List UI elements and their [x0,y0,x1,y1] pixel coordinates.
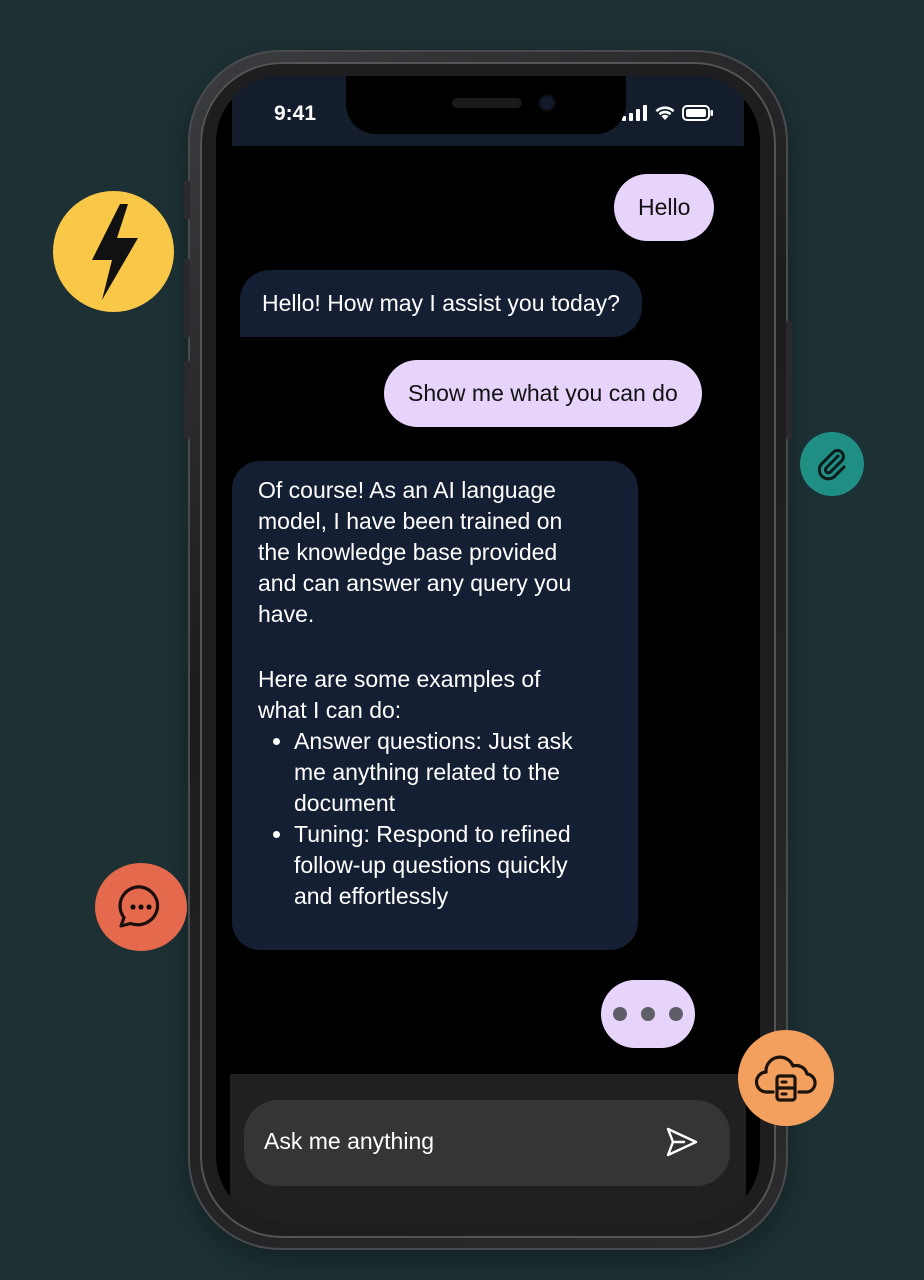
phone-power-button [786,320,792,440]
lightning-icon [91,203,138,300]
list-item: Tuning: Respond to refined follow-up que… [294,819,612,912]
typing-dot [641,1007,655,1021]
message-text: Hello [638,194,691,220]
front-camera [540,96,554,110]
cloud-server-icon [755,1055,817,1102]
chat-bubble-icon [118,885,160,928]
status-time: 9:41 [274,102,317,125]
message-input-placeholder: Ask me anything [264,1128,435,1154]
message-paragraph: Of course! As an AI language model, I ha… [258,475,612,630]
stage: 9:41 Hello Hello! How may I assist you t… [0,0,924,1280]
battery-icon [682,104,714,126]
message-line: have. [258,601,315,627]
paperclip-badge [800,432,864,496]
cloud-server-badge [738,1030,834,1126]
assistant-message-bubble: Hello! How may I assist you today? [240,270,642,337]
lightning-badge [53,191,174,312]
message-text: Show me what you can do [408,380,678,406]
status-icons [622,104,714,126]
message-line: Answer questions: Just ask [294,728,573,754]
phone-silent-switch [184,180,190,220]
earpiece-speaker [452,98,522,108]
paperclip-icon [817,449,846,481]
typing-dot [669,1007,683,1021]
message-line: and can answer any query you [258,570,572,596]
wifi-icon [654,104,676,126]
message-line: me anything related to the [294,759,560,785]
assistant-message-bubble: Of course! As an AI language model, I ha… [232,461,638,950]
message-line: Here are some examples of [258,666,541,692]
message-line: and effortlessly [294,883,449,909]
message-bullet-list: Answer questions: Just ask me anything r… [258,726,612,912]
message-line: follow-up questions quickly [294,852,568,878]
message-line: the knowledge base provided [258,539,558,565]
send-button[interactable] [664,1124,700,1160]
message-intro: Here are some examples of what I can do: [258,664,612,726]
typing-indicator [601,980,695,1048]
message-line: Of course! As an AI language [258,477,556,503]
phone-volume-up [184,258,190,338]
chat-badge [95,863,187,951]
message-line: document [294,790,396,816]
phone-volume-down [184,360,190,440]
signal-icon [622,104,648,126]
message-line: Tuning: Respond to refined [294,821,571,847]
list-item: Answer questions: Just ask me anything r… [294,726,612,819]
send-icon [666,1127,698,1157]
user-message-bubble: Hello [614,174,715,241]
message-line: model, I have been trained on [258,508,563,534]
phone-screen: 9:41 Hello Hello! How may I assist you t… [216,76,760,1222]
typing-dot [613,1007,627,1021]
user-message-bubble: Show me what you can do [384,360,702,427]
message-input[interactable]: Ask me anything [244,1100,730,1186]
message-text: Hello! How may I assist you today? [262,290,620,316]
message-line: what I can do: [258,697,402,723]
